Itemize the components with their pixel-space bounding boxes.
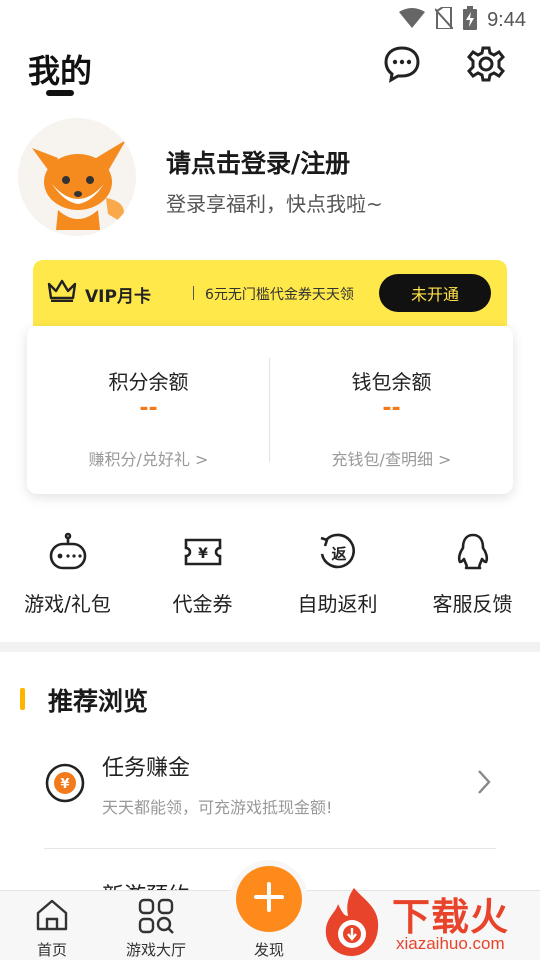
points-balance[interactable]: 积分余额 -- 赚积分/兑好礼 > bbox=[27, 326, 270, 494]
quick-games-gifts-label: 游戏/礼包 bbox=[24, 592, 111, 616]
wallet-value: -- bbox=[382, 396, 401, 421]
login-subtitle[interactable]: 登录享福利，快点我啦~ bbox=[166, 188, 383, 217]
penguin-icon bbox=[453, 532, 493, 572]
coin-yuan-icon: ¥ bbox=[44, 762, 86, 808]
no-sim-icon bbox=[434, 6, 454, 33]
nav-discover-label: 发现 bbox=[253, 941, 284, 959]
wifi-icon bbox=[399, 8, 426, 32]
svg-text:返: 返 bbox=[331, 545, 346, 563]
quick-support-label: 客服反馈 bbox=[432, 592, 513, 616]
watermark-text: 下载火 bbox=[392, 895, 510, 939]
rebate-icon: 返 bbox=[318, 532, 358, 572]
page-title: 我的 bbox=[28, 52, 93, 90]
vip-description: 6元无门槛代金券天天领 bbox=[205, 287, 354, 303]
nav-home-label: 首页 bbox=[36, 941, 67, 959]
settings-button[interactable] bbox=[466, 46, 506, 86]
balance-card: 积分余额 -- 赚积分/兑好礼 > 钱包余额 -- 充钱包/查明细 > bbox=[27, 326, 513, 494]
recommend-title: 推荐浏览 bbox=[48, 687, 149, 716]
title-underline bbox=[46, 90, 74, 96]
quick-rebate-label: 自助返利 bbox=[297, 592, 378, 616]
grid-search-icon bbox=[137, 897, 175, 939]
points-link[interactable]: 赚积分/兑好礼 > bbox=[27, 446, 270, 470]
vip-card-banner[interactable]: VIP月卡 6元无门槛代金券天天领 未开通 bbox=[33, 260, 507, 326]
quick-rebate[interactable]: 返 自助返利 bbox=[270, 528, 405, 624]
status-time: 9:44 bbox=[487, 8, 526, 31]
quick-games-gifts[interactable]: 游戏/礼包 bbox=[0, 528, 135, 624]
login-title[interactable]: 请点击登录/注册 bbox=[166, 144, 350, 180]
avatar[interactable] bbox=[18, 118, 136, 236]
gear-icon bbox=[466, 45, 506, 87]
points-title: 积分余额 bbox=[108, 370, 189, 394]
nav-home[interactable]: 首页 bbox=[20, 891, 84, 960]
gamepad-icon bbox=[48, 532, 88, 572]
wallet-link[interactable]: 充钱包/查明细 > bbox=[270, 446, 513, 470]
wallet-title: 钱包余额 bbox=[351, 370, 432, 394]
message-button[interactable] bbox=[382, 46, 422, 86]
fox-avatar-icon bbox=[18, 118, 136, 236]
quick-voucher-label: 代金券 bbox=[172, 592, 233, 616]
watermark-domain: xiazaihuo.com bbox=[396, 934, 505, 953]
svg-text:¥: ¥ bbox=[60, 777, 69, 792]
home-icon bbox=[34, 897, 70, 937]
discover-fab-button[interactable] bbox=[236, 866, 302, 932]
wallet-balance[interactable]: 钱包余额 -- 充钱包/查明细 > bbox=[270, 326, 513, 494]
quick-voucher[interactable]: ¥ 代金券 bbox=[135, 528, 270, 624]
plus-icon bbox=[252, 880, 286, 918]
task-title: 任务赚金 bbox=[102, 756, 191, 781]
voucher-icon: ¥ bbox=[183, 532, 223, 572]
task-subtitle: 天天都能领，可充游戏抵现金额! bbox=[102, 798, 333, 817]
section-separator bbox=[0, 642, 540, 652]
nav-game-hall[interactable]: 游戏大厅 bbox=[118, 891, 194, 960]
chat-bubble-icon bbox=[383, 45, 421, 87]
row-divider bbox=[44, 848, 496, 849]
vip-activate-button[interactable]: 未开通 bbox=[379, 274, 491, 312]
chevron-right-icon bbox=[474, 768, 494, 800]
vip-label: VIP月卡 bbox=[85, 287, 151, 307]
points-value: -- bbox=[139, 396, 158, 421]
watermark: 下载火 xiazaihuo.com bbox=[318, 884, 540, 960]
flame-logo-icon bbox=[325, 888, 379, 956]
battery-charging-icon bbox=[463, 6, 478, 34]
section-accent-bar bbox=[20, 688, 25, 710]
vip-separator bbox=[193, 286, 194, 300]
status-bar: 9:44 bbox=[0, 0, 540, 36]
nav-game-hall-label: 游戏大厅 bbox=[125, 941, 186, 959]
crown-icon bbox=[47, 278, 77, 306]
svg-text:¥: ¥ bbox=[198, 546, 208, 562]
quick-support[interactable]: 客服反馈 bbox=[405, 528, 540, 624]
task-earn-row[interactable]: ¥ 任务赚金 天天都能领，可充游戏抵现金额! bbox=[0, 740, 540, 840]
quick-actions: 游戏/礼包 ¥ 代金券 返 自助返利 客服反馈 bbox=[0, 528, 540, 624]
